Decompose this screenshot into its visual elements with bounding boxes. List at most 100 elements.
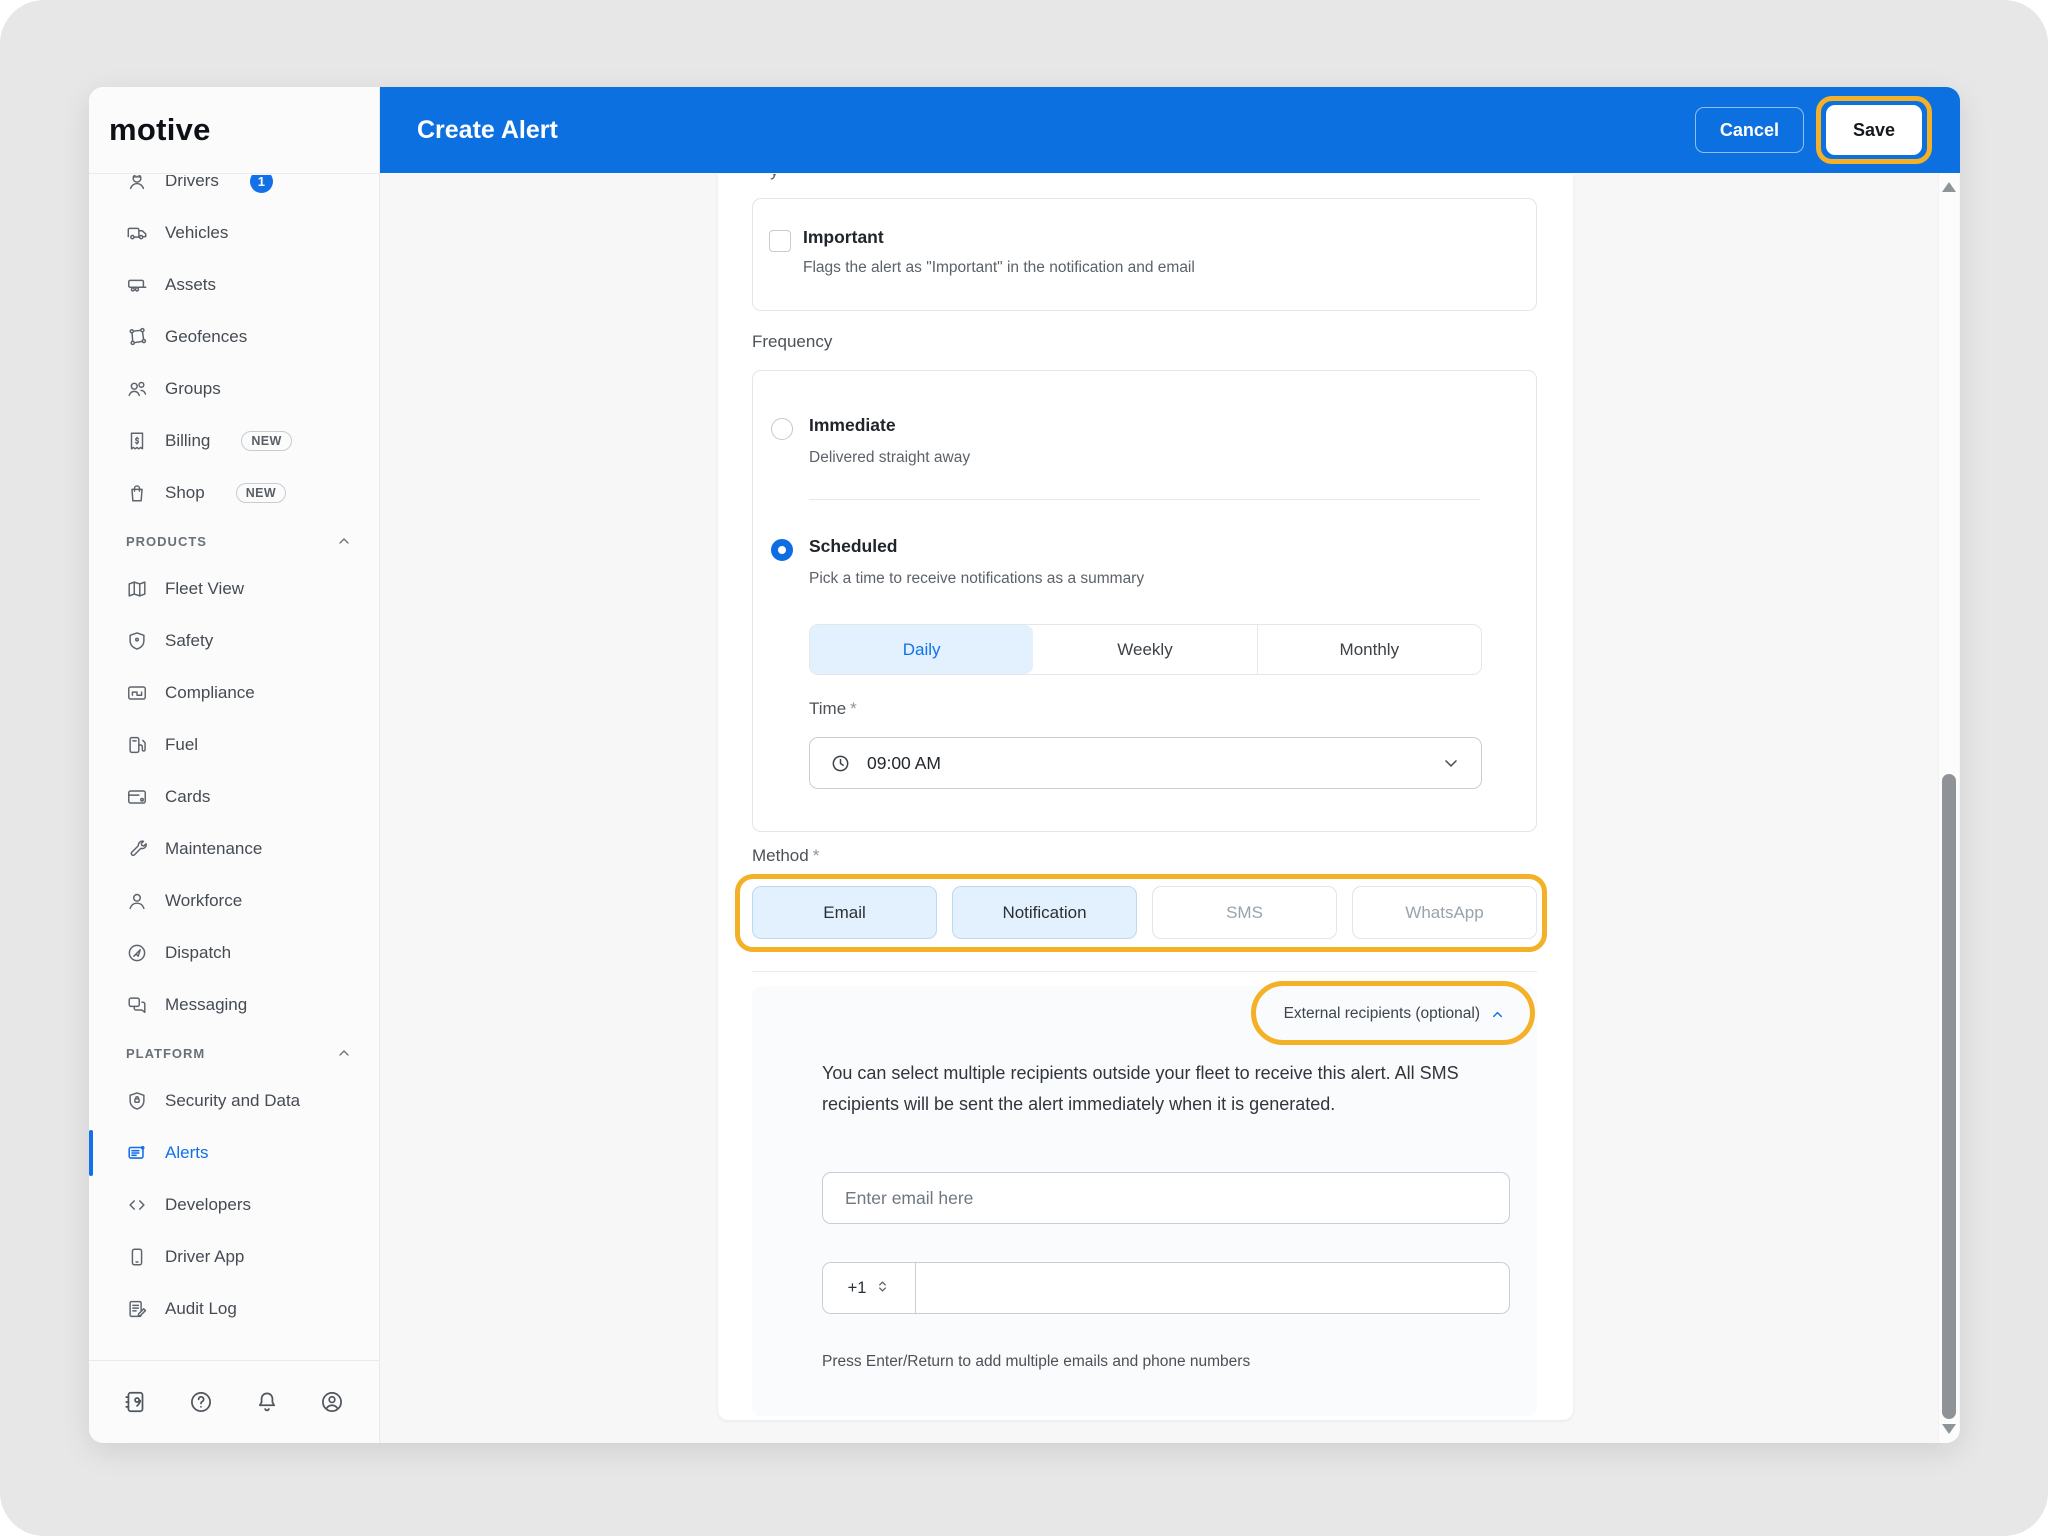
sidebar-item-geofences[interactable]: Geofences — [89, 311, 379, 363]
time-select[interactable]: 09:00 AM — [809, 737, 1482, 789]
chevron-up-icon — [336, 1045, 352, 1061]
sidebar-item-groups[interactable]: Groups — [89, 363, 379, 415]
sidebar-item-label: Workforce — [165, 891, 242, 911]
sidebar-section-platform[interactable]: PLATFORM — [89, 1031, 379, 1075]
shop-bag-icon — [126, 482, 148, 504]
sidebar-item-label: Compliance — [165, 683, 255, 703]
sidebar-item-alerts[interactable]: Alerts — [89, 1127, 379, 1179]
chevron-up-icon — [1490, 1007, 1505, 1022]
sidebar-item-shop[interactable]: Shop NEW — [89, 467, 379, 519]
billing-icon — [126, 430, 148, 452]
cancel-button[interactable]: Cancel — [1695, 107, 1804, 153]
messaging-icon — [126, 994, 148, 1016]
driver-icon — [126, 175, 148, 192]
tab-daily[interactable]: Daily — [810, 625, 1033, 674]
sidebar-item-assets[interactable]: Assets — [89, 259, 379, 311]
sidebar-section-products[interactable]: PRODUCTS — [89, 519, 379, 563]
scheduled-radio[interactable] — [771, 539, 793, 561]
recipient-phone-input[interactable] — [916, 1263, 1509, 1313]
method-sms-button[interactable]: SMS — [1152, 886, 1337, 939]
country-code-stepper[interactable]: +1 — [823, 1263, 916, 1313]
shield-icon — [126, 630, 148, 652]
scrollbar-thumb[interactable] — [1942, 774, 1956, 1419]
wrench-icon — [126, 838, 148, 860]
important-label: Important — [803, 227, 884, 248]
scroll-up-arrow[interactable] — [1942, 182, 1956, 192]
sidebar-item-developers[interactable]: Developers — [89, 1179, 379, 1231]
sidebar-item-safety[interactable]: Safety — [89, 615, 379, 667]
sidebar-item-fuel[interactable]: Fuel — [89, 719, 379, 771]
sidebar-item-vehicles[interactable]: Vehicles — [89, 207, 379, 259]
save-button[interactable]: Save — [1826, 105, 1922, 155]
method-button-group: Email Notification SMS WhatsApp — [752, 886, 1537, 939]
sidebar-item-dispatch[interactable]: Dispatch — [89, 927, 379, 979]
external-recipients-description: You can select multiple recipients outsi… — [822, 1058, 1482, 1120]
sidebar-item-label: Fuel — [165, 735, 198, 755]
sidebar-item-label: Safety — [165, 631, 213, 651]
scheduled-label: Scheduled — [809, 536, 898, 557]
external-recipients-toggle[interactable]: External recipients (optional) — [1284, 996, 1505, 1032]
sidebar-item-driver-app[interactable]: Driver App — [89, 1231, 379, 1283]
important-checkbox[interactable] — [769, 230, 791, 252]
audit-log-icon — [126, 1298, 148, 1320]
sidebar-item-label: Assets — [165, 275, 216, 295]
divider — [809, 499, 1480, 500]
scrollbar-track[interactable] — [1938, 173, 1959, 1443]
sidebar-item-workforce[interactable]: Workforce — [89, 875, 379, 927]
sidebar-item-billing[interactable]: Billing NEW — [89, 415, 379, 467]
chevron-up-icon — [336, 533, 352, 549]
notifications-bell-icon[interactable] — [254, 1389, 280, 1415]
tab-weekly[interactable]: Weekly — [1033, 625, 1256, 674]
dispatch-icon — [126, 942, 148, 964]
phone-icon — [126, 1246, 148, 1268]
sidebar-item-audit-log[interactable]: Audit Log — [89, 1283, 379, 1335]
immediate-label: Immediate — [809, 415, 896, 436]
important-option-box: Important Flags the alert as "Important"… — [752, 198, 1537, 311]
address-book-icon[interactable] — [123, 1389, 149, 1415]
fuel-pump-icon — [126, 734, 148, 756]
profile-icon[interactable] — [319, 1389, 345, 1415]
required-mark: * — [813, 846, 820, 865]
map-icon — [126, 578, 148, 600]
sidebar-item-security-and-data[interactable]: Security and Data — [89, 1075, 379, 1127]
drivers-count-badge: 1 — [250, 175, 273, 193]
method-whatsapp-button[interactable]: WhatsApp — [1352, 886, 1537, 939]
sidebar-item-label: Fleet View — [165, 579, 244, 599]
divider — [752, 971, 1537, 972]
sidebar-item-label: Maintenance — [165, 839, 262, 859]
recipient-email-input[interactable] — [822, 1172, 1510, 1224]
method-notification-button[interactable]: Notification — [952, 886, 1137, 939]
sidebar-item-messaging[interactable]: Messaging — [89, 979, 379, 1031]
recipients-helper-text: Press Enter/Return to add multiple email… — [822, 1353, 1250, 1371]
tab-monthly[interactable]: Monthly — [1257, 625, 1481, 674]
code-icon — [126, 1194, 148, 1216]
trailer-icon — [126, 274, 148, 296]
sidebar-item-compliance[interactable]: Compliance — [89, 667, 379, 719]
scroll-down-arrow[interactable] — [1942, 1424, 1956, 1434]
shop-new-badge: NEW — [236, 483, 286, 503]
sidebar-item-maintenance[interactable]: Maintenance — [89, 823, 379, 875]
shield-lock-icon — [126, 1090, 148, 1112]
alerts-icon — [126, 1142, 148, 1164]
sidebar-item-label: Vehicles — [165, 223, 228, 243]
sidebar-item-label: Audit Log — [165, 1299, 237, 1319]
sidebar-item-label: Cards — [165, 787, 210, 807]
frequency-label: Frequency — [752, 332, 832, 352]
help-icon[interactable] — [188, 1389, 214, 1415]
sidebar-nav: Drivers 1 Vehicles Assets Geofences — [89, 175, 379, 1360]
sidebar-item-fleet-view[interactable]: Fleet View — [89, 563, 379, 615]
time-label: Time* — [809, 699, 857, 719]
sidebar-item-label: Alerts — [165, 1143, 208, 1163]
sidebar-item-drivers[interactable]: Drivers 1 — [89, 175, 379, 207]
logo-area: motive — [89, 87, 379, 174]
vehicle-icon — [126, 222, 148, 244]
sidebar-item-cards[interactable]: Cards — [89, 771, 379, 823]
immediate-radio[interactable] — [771, 418, 793, 440]
sidebar-item-label: Billing — [165, 431, 210, 451]
sidebar-item-label: Groups — [165, 379, 221, 399]
scheduled-description: Pick a time to receive notifications as … — [809, 570, 1144, 588]
method-email-button[interactable]: Email — [752, 886, 937, 939]
alert-form-card: y Important Flags the alert as "Importan… — [718, 174, 1573, 1420]
sidebar-item-label: Driver App — [165, 1247, 244, 1267]
sidebar-item-label: Developers — [165, 1195, 251, 1215]
